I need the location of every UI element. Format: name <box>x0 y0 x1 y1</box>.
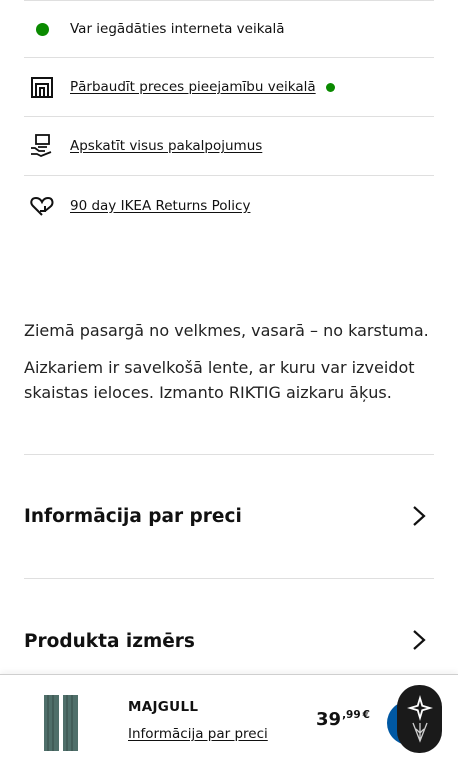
product-size-title: Produkta izmērs <box>24 631 195 652</box>
view-all-services-link[interactable]: Apskatīt visus pakalpojumus <box>70 138 262 154</box>
product-size-accordion[interactable]: Produkta izmērs <box>24 578 434 674</box>
availability-info-list: Var iegādāties interneta veikalā Pārbaud… <box>24 0 434 235</box>
sparkle-badge-icon[interactable] <box>397 685 442 753</box>
store-icon <box>24 73 60 101</box>
online-availability-row: Var iegādāties interneta veikalā <box>24 0 434 58</box>
returns-policy-row[interactable]: 90 day IKEA Returns Policy <box>24 176 434 235</box>
product-info-title: Informācija par preci <box>24 506 242 527</box>
chevron-right-icon <box>413 630 426 650</box>
product-info-accordion[interactable]: Informācija par preci <box>24 454 434 578</box>
price-currency: € <box>362 709 370 721</box>
services-icon <box>24 132 60 160</box>
product-description: Ziemā pasargā no velkmes, vasarā – no ka… <box>24 318 434 417</box>
product-info-link[interactable]: Informācija par preci <box>128 726 268 742</box>
sticky-product-bar: MAJGULL Informācija par preci 39,99 € <box>0 674 458 768</box>
price-integer: 39 <box>316 709 342 730</box>
description-line-1: Ziemā pasargā no velkmes, vasarā – no ka… <box>24 321 429 340</box>
returns-policy-link[interactable]: 90 day IKEA Returns Policy <box>70 198 250 214</box>
store-availability-row[interactable]: Pārbaudīt preces pieejamību veikalā <box>24 58 434 117</box>
online-availability-text: Var iegādāties interneta veikalā <box>70 21 285 37</box>
services-row[interactable]: Apskatīt visus pakalpojumus <box>24 117 434 176</box>
price-decimals: ,99 <box>342 709 361 721</box>
description-line-2: Aizkariem ir savelkošā lente, ar kuru va… <box>24 358 415 402</box>
product-thumbnail[interactable] <box>44 695 78 751</box>
green-dot-icon <box>24 15 60 43</box>
product-price: 39,99 € <box>316 709 370 730</box>
product-name: MAJGULL <box>128 699 199 715</box>
store-status-dot-icon <box>325 82 335 92</box>
chevron-right-icon <box>413 506 426 526</box>
check-store-availability-link[interactable]: Pārbaudīt preces pieejamību veikalā <box>70 79 316 95</box>
returns-heart-icon <box>24 192 60 220</box>
